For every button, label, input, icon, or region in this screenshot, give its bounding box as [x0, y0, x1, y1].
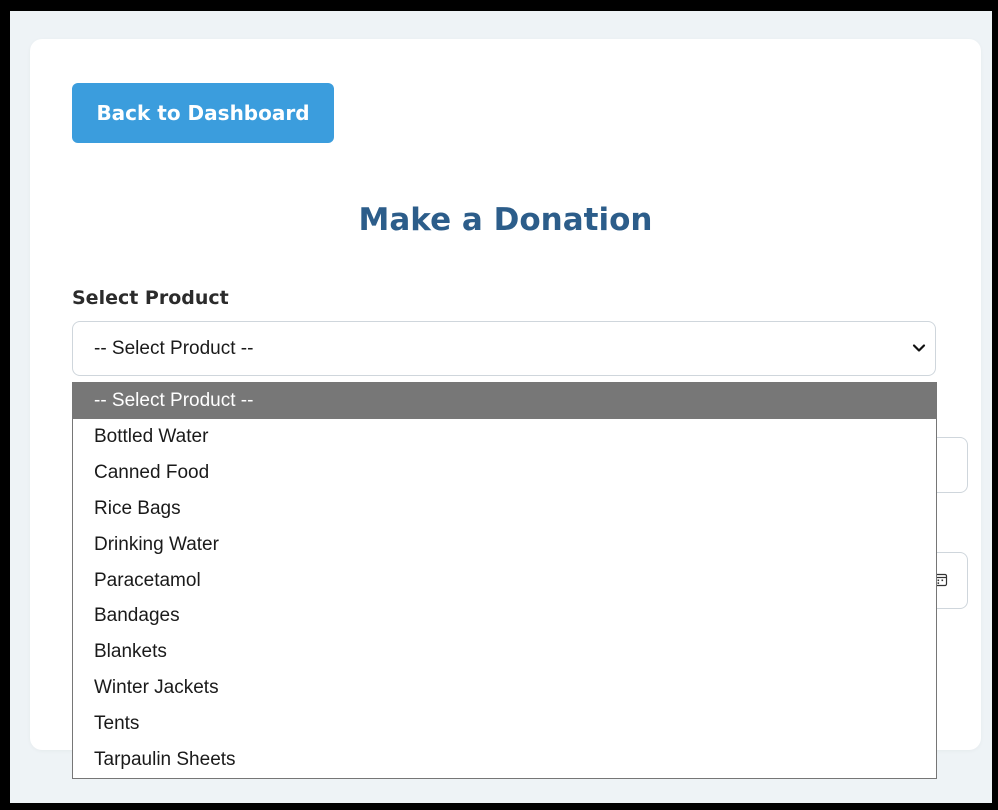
chevron-down-icon — [912, 344, 926, 352]
dropdown-option[interactable]: Blankets — [73, 634, 936, 670]
dropdown-option[interactable]: Canned Food — [73, 455, 936, 491]
dropdown-option[interactable]: Bottled Water — [73, 419, 936, 455]
dropdown-option[interactable]: Bandages — [73, 598, 936, 634]
select-product-label: Select Product — [72, 287, 229, 309]
page-title: Make a Donation — [358, 202, 653, 238]
dropdown-option[interactable]: Drinking Water — [73, 527, 936, 563]
dropdown-option[interactable]: Rice Bags — [73, 491, 936, 527]
dropdown-option[interactable]: Tents — [73, 706, 936, 742]
product-select-value: -- Select Product -- — [94, 338, 254, 359]
product-dropdown-list: -- Select Product -- Bottled Water Canned … — [72, 382, 937, 779]
dropdown-option[interactable]: Tarpaulin Sheets — [73, 742, 936, 778]
dropdown-option[interactable]: Winter Jackets — [73, 670, 936, 706]
dropdown-option[interactable]: Paracetamol — [73, 563, 936, 599]
product-select[interactable]: -- Select Product -- — [72, 321, 936, 376]
back-to-dashboard-button[interactable]: Back to Dashboard — [72, 83, 334, 143]
dropdown-option[interactable]: -- Select Product -- — [73, 383, 936, 419]
